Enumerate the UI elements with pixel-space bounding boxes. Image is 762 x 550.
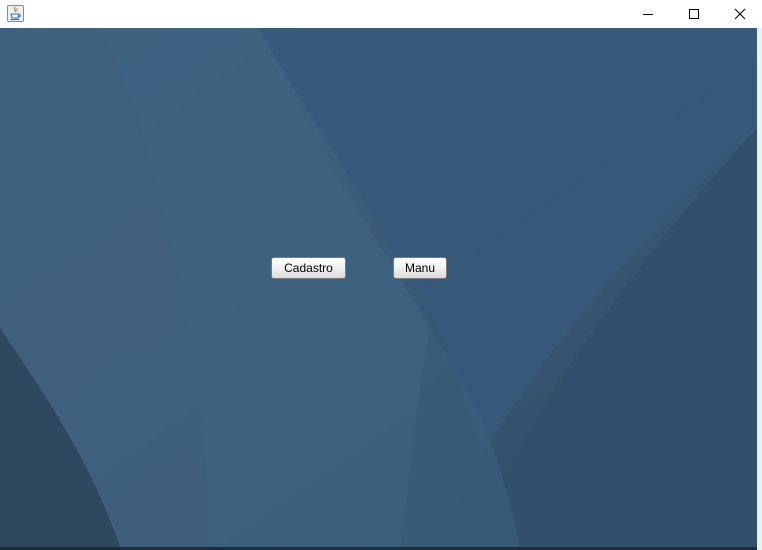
manu-button-label: Manu — [404, 261, 436, 275]
cadastro-button-label: Cadastro — [284, 261, 333, 275]
cadastro-button[interactable]: Cadastro — [271, 257, 346, 279]
java-coffee-cup-icon[interactable] — [7, 5, 24, 22]
app-window: Cadastro Manu — [0, 0, 762, 550]
close-icon — [734, 8, 746, 20]
content-panel: Cadastro Manu — [0, 28, 757, 547]
window-right-border — [757, 28, 762, 550]
maximize-button[interactable] — [671, 0, 717, 28]
minimize-button[interactable] — [625, 0, 671, 28]
manu-button[interactable]: Manu — [393, 257, 447, 279]
title-bar[interactable] — [0, 0, 762, 28]
maximize-icon — [689, 9, 699, 19]
close-button[interactable] — [717, 0, 762, 28]
minimize-icon — [643, 14, 653, 15]
background-wallpaper — [0, 28, 757, 547]
